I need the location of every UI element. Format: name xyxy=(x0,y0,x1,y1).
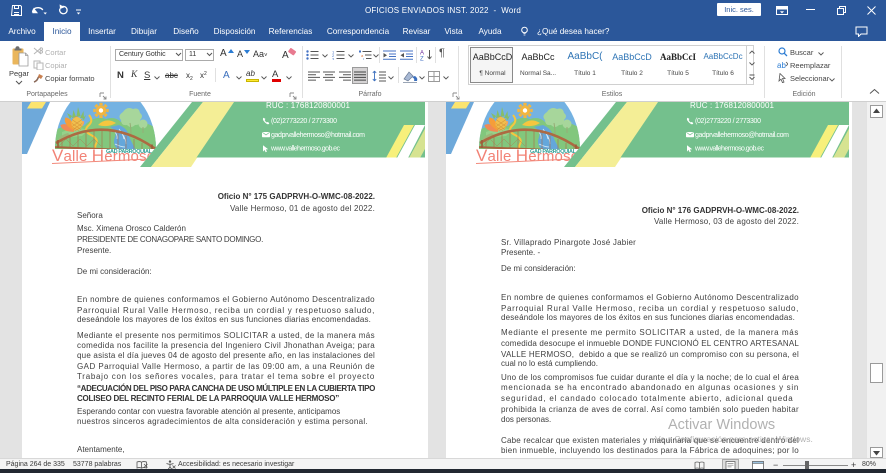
svg-text:A: A xyxy=(282,50,289,60)
svg-text:Z: Z xyxy=(420,57,424,62)
svg-text:3: 3 xyxy=(332,56,335,60)
svg-text:ab: ab xyxy=(777,61,786,70)
svg-text:i: i xyxy=(363,57,364,61)
